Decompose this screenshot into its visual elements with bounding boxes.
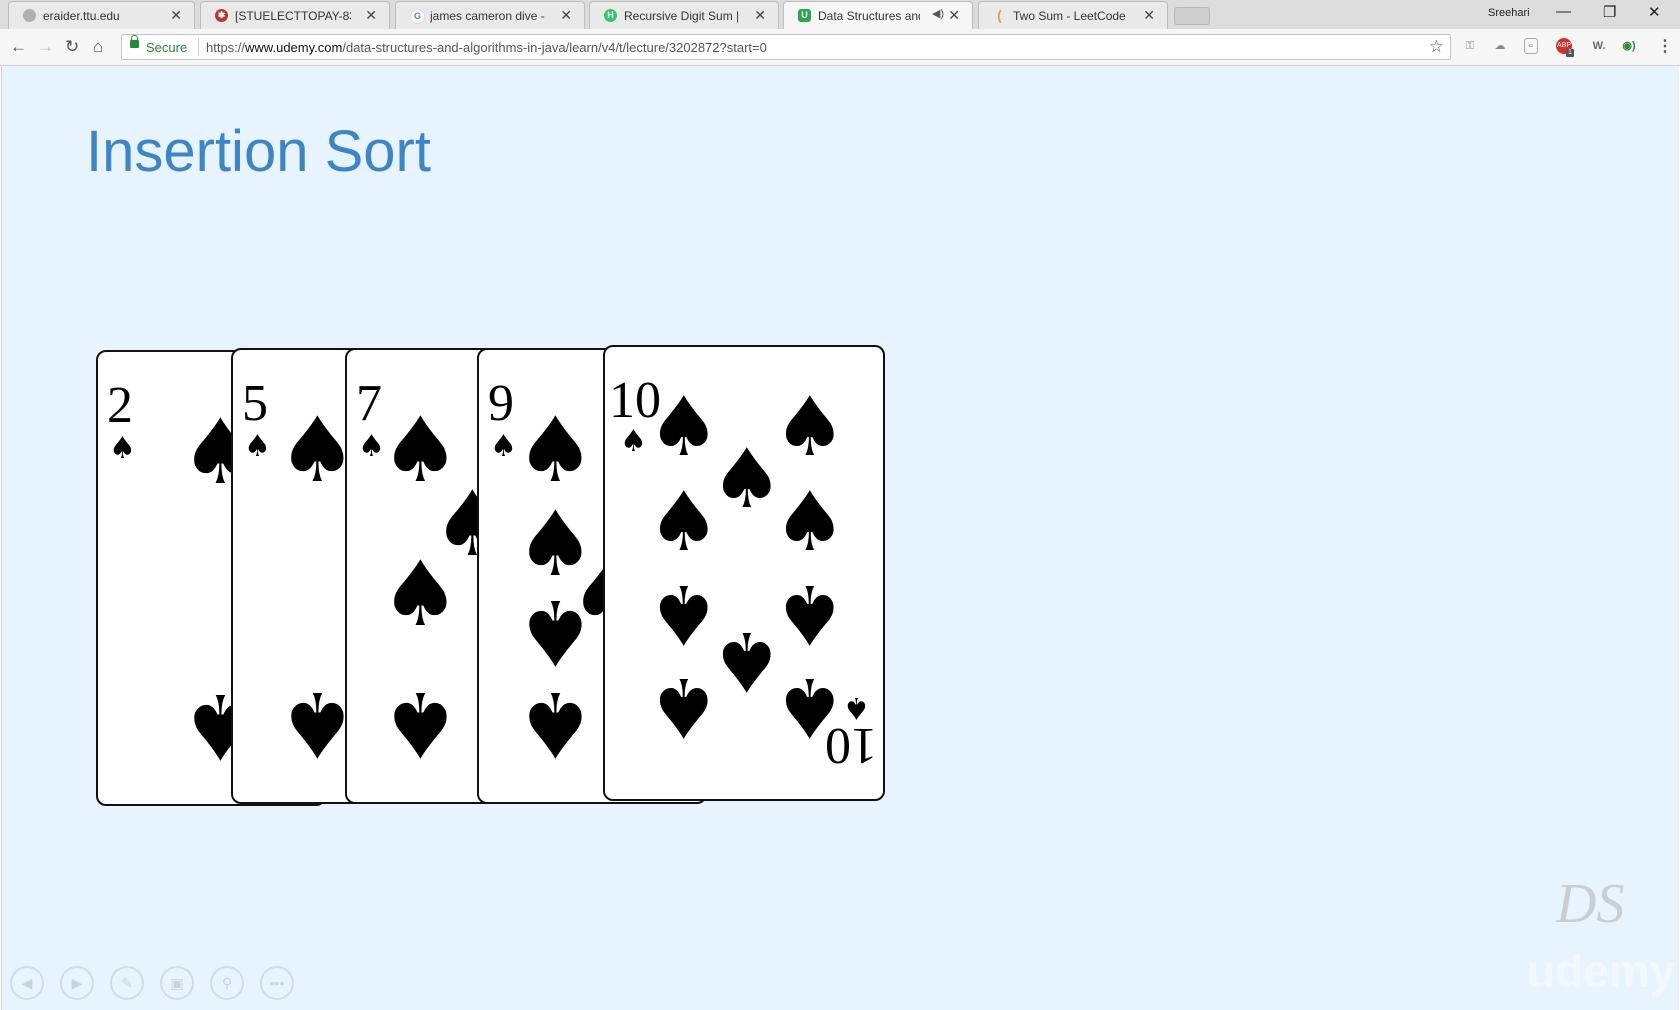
url-path: /data-structures-and-algorithms-in-java/… <box>342 40 767 55</box>
tab-leetcode[interactable]: ( Two Sum - LeetCode ✕ <box>978 1 1168 29</box>
spade-icon: ♠ <box>773 475 847 570</box>
spade-icon: ♠ <box>647 659 721 754</box>
forward-icon[interactable]: → <box>37 37 54 57</box>
spade-icon: ♠ <box>773 566 847 661</box>
spade-icon: ♠ <box>515 671 596 776</box>
slide-title: Insertion Sort <box>86 119 431 184</box>
spade-icon: ♠ <box>109 431 136 466</box>
spade-icon: ♠ <box>244 429 271 464</box>
spade-icon: ♠ <box>380 671 461 776</box>
card-rank: 7 <box>356 375 382 432</box>
spade-icon: ♠ <box>773 380 847 475</box>
zoom-icon[interactable]: ⚲ <box>210 966 244 1000</box>
address-bar[interactable]: Secure https://www.udemy.com/data-struct… <box>121 34 1451 60</box>
tab-google[interactable]: G james cameron dive - Go ✕ <box>395 1 585 29</box>
divider <box>198 38 199 56</box>
home-icon[interactable]: ⌂ <box>93 37 103 57</box>
url-scheme: https:// <box>206 40 246 55</box>
tab-title: eraider.ttu.edu <box>43 9 120 23</box>
tab-jira[interactable]: ✱ [STUELECTTOPAY-83] Us ✕ <box>200 1 390 29</box>
tab-title: [STUELECTTOPAY-83] Us <box>235 9 351 23</box>
spade-icon: ♠ <box>490 429 517 464</box>
playing-card-10: 10 ♠ ♠ ♠ ♠ ♠ ♠ ♠ ♠ ♠ ♠ ♠ ♠ 10 <box>603 345 885 801</box>
url-text[interactable]: https://www.udemy.com/data-structures-an… <box>206 40 767 55</box>
leetcode-icon: ( <box>997 7 1002 23</box>
tab-title: james cameron dive - Go <box>430 9 546 23</box>
spade-icon: ♠ <box>515 398 596 503</box>
udemy-watermark: udemy <box>1527 945 1676 997</box>
close-icon[interactable]: ✕ <box>948 7 960 24</box>
grey-circle-icon <box>23 9 36 22</box>
udemy-u-icon: U <box>798 9 811 22</box>
lock-icon <box>130 35 139 48</box>
adblock-badge: 1 <box>1566 49 1574 57</box>
tab-eraider[interactable]: eraider.ttu.edu ✕ <box>8 1 195 29</box>
profile-name[interactable]: Sreehari <box>1488 7 1530 19</box>
ds-watermark-logo: DS <box>1556 873 1625 935</box>
restore-icon[interactable]: ❐ <box>1603 3 1616 21</box>
speaker-extension-icon[interactable]: ◉) <box>1621 38 1637 54</box>
secure-label: Secure <box>146 40 188 55</box>
card-rank-inverted: 10 <box>825 717 877 774</box>
pdf-extension-icon[interactable]: ▫ <box>1524 38 1538 54</box>
more-icon[interactable]: ••• <box>260 966 294 1000</box>
pen-icon[interactable]: ✎ <box>110 966 144 1000</box>
back-icon[interactable]: ← <box>10 37 27 57</box>
lecture-slide: Insertion Sort 2 ♠ ♠ ♠ 5 ♠ ♠ ♠ 7 ♠ ♠ ♠ ♠… <box>1 66 1679 1010</box>
spade-icon: ♠ <box>620 424 647 459</box>
close-icon[interactable]: ✕ <box>170 7 182 24</box>
bookmark-star-icon[interactable]: ☆ <box>1429 37 1444 57</box>
browser-toolbar: ← → ↻ ⌂ Secure https://www.udemy.com/dat… <box>0 29 1680 66</box>
close-icon[interactable]: ✕ <box>560 7 572 24</box>
speaker-icon[interactable]: ◀) <box>932 7 944 20</box>
tab-title: Two Sum - LeetCode <box>1013 9 1126 23</box>
jira-bug-icon: ✱ <box>215 9 228 22</box>
play-icon[interactable]: ▶ <box>60 966 94 1000</box>
tab-udemy[interactable]: U Data Structures and A ◀) ✕ <box>783 1 973 29</box>
tab-hackerrank[interactable]: H Recursive Digit Sum | Alg ✕ <box>589 1 779 29</box>
spade-icon: ♠ <box>647 475 721 570</box>
close-icon[interactable]: ✕ <box>754 7 766 24</box>
menu-icon[interactable]: ⋮ <box>1657 36 1673 56</box>
tab-title: Recursive Digit Sum | Alg <box>624 9 740 23</box>
lock-extension-icon[interactable]: ⚿ <box>1462 38 1478 54</box>
card-rank: 5 <box>242 375 268 432</box>
card-rank: 2 <box>107 377 133 434</box>
new-tab-button[interactable] <box>1174 7 1210 25</box>
previous-icon[interactable]: ◀ <box>10 966 44 1000</box>
hackerrank-h-icon: H <box>604 9 617 22</box>
tab-strip: eraider.ttu.edu ✕ ✱ [STUELECTTOPAY-83] U… <box>0 0 1680 29</box>
close-icon[interactable]: ✕ <box>1143 7 1155 24</box>
slides-icon[interactable]: ▣ <box>160 966 194 1000</box>
card-rank: 9 <box>488 375 514 432</box>
minimize-icon[interactable]: — <box>1556 3 1571 20</box>
cloud-extension-icon[interactable]: ☁ <box>1492 38 1508 54</box>
close-icon[interactable]: ✕ <box>365 7 377 24</box>
tab-title: Data Structures and A <box>818 9 920 23</box>
google-g-icon: G <box>410 9 425 24</box>
url-host: www.udemy.com <box>245 40 343 55</box>
window-close-icon[interactable]: ✕ <box>1648 3 1661 21</box>
w-extension-icon[interactable]: W. <box>1588 38 1610 54</box>
reload-icon[interactable]: ↻ <box>65 37 79 57</box>
